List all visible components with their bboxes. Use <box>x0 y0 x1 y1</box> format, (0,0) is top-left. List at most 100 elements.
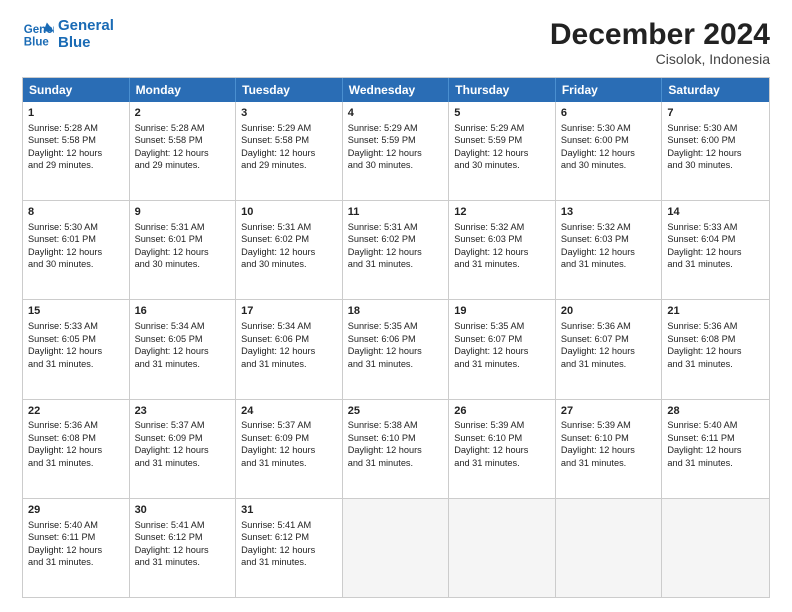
day-info-line: Daylight: 12 hours <box>561 147 657 159</box>
day-info-line: Sunset: 6:03 PM <box>454 233 550 245</box>
day-info-line: and 30 minutes. <box>561 159 657 171</box>
day-info-line: Daylight: 12 hours <box>241 544 337 556</box>
day-info-line: Sunset: 6:05 PM <box>135 333 231 345</box>
calendar-cell: 20Sunrise: 5:36 AMSunset: 6:07 PMDayligh… <box>556 300 663 398</box>
day-number: 23 <box>135 404 231 419</box>
day-info-line: Daylight: 12 hours <box>28 246 124 258</box>
calendar-cell <box>556 499 663 597</box>
day-info-line: Sunset: 6:08 PM <box>28 432 124 444</box>
day-info-line: Daylight: 12 hours <box>561 444 657 456</box>
calendar-cell: 23Sunrise: 5:37 AMSunset: 6:09 PMDayligh… <box>130 400 237 498</box>
day-info-line: Sunrise: 5:31 AM <box>241 221 337 233</box>
day-info-line: Daylight: 12 hours <box>135 444 231 456</box>
calendar-header-cell: Friday <box>556 78 663 102</box>
calendar-row: 1Sunrise: 5:28 AMSunset: 5:58 PMDaylight… <box>23 102 769 201</box>
day-info-line: and 31 minutes. <box>28 457 124 469</box>
calendar-header-cell: Thursday <box>449 78 556 102</box>
day-info-line: Sunset: 6:06 PM <box>348 333 444 345</box>
day-info-line: and 30 minutes. <box>241 258 337 270</box>
day-info-line: and 31 minutes. <box>561 358 657 370</box>
calendar-cell: 1Sunrise: 5:28 AMSunset: 5:58 PMDaylight… <box>23 102 130 200</box>
day-info-line: Daylight: 12 hours <box>28 147 124 159</box>
header: General Blue General Blue December 2024 … <box>22 18 770 67</box>
calendar-header-row: SundayMondayTuesdayWednesdayThursdayFrid… <box>23 78 769 102</box>
day-info-line: Daylight: 12 hours <box>348 444 444 456</box>
day-info-line: Daylight: 12 hours <box>241 444 337 456</box>
day-info-line: Sunrise: 5:32 AM <box>561 221 657 233</box>
calendar-header-cell: Tuesday <box>236 78 343 102</box>
day-info-line: Daylight: 12 hours <box>667 345 764 357</box>
day-info-line: Sunrise: 5:36 AM <box>28 419 124 431</box>
day-number: 22 <box>28 404 124 419</box>
calendar-cell: 3Sunrise: 5:29 AMSunset: 5:58 PMDaylight… <box>236 102 343 200</box>
day-number: 10 <box>241 205 337 220</box>
day-info-line: Daylight: 12 hours <box>135 246 231 258</box>
day-info-line: Sunrise: 5:39 AM <box>454 419 550 431</box>
day-info-line: Daylight: 12 hours <box>28 345 124 357</box>
day-info-line: Sunrise: 5:29 AM <box>454 122 550 134</box>
page: General Blue General Blue December 2024 … <box>0 0 792 612</box>
day-info-line: and 31 minutes. <box>454 457 550 469</box>
calendar-body: 1Sunrise: 5:28 AMSunset: 5:58 PMDaylight… <box>23 102 769 597</box>
day-number: 7 <box>667 106 764 121</box>
day-info-line: Daylight: 12 hours <box>135 147 231 159</box>
day-info-line: and 31 minutes. <box>561 258 657 270</box>
day-info-line: Sunset: 6:10 PM <box>454 432 550 444</box>
day-info-line: Sunset: 6:08 PM <box>667 333 764 345</box>
day-info-line: Sunrise: 5:32 AM <box>454 221 550 233</box>
day-number: 3 <box>241 106 337 121</box>
calendar-cell: 19Sunrise: 5:35 AMSunset: 6:07 PMDayligh… <box>449 300 556 398</box>
day-info-line: Daylight: 12 hours <box>561 345 657 357</box>
title-block: December 2024 Cisolok, Indonesia <box>550 18 770 67</box>
day-info-line: Daylight: 12 hours <box>241 147 337 159</box>
day-number: 31 <box>241 503 337 518</box>
day-number: 17 <box>241 304 337 319</box>
day-info-line: and 30 minutes. <box>454 159 550 171</box>
calendar-cell: 29Sunrise: 5:40 AMSunset: 6:11 PMDayligh… <box>23 499 130 597</box>
calendar-row: 8Sunrise: 5:30 AMSunset: 6:01 PMDaylight… <box>23 201 769 300</box>
calendar-cell: 5Sunrise: 5:29 AMSunset: 5:59 PMDaylight… <box>449 102 556 200</box>
calendar-cell: 16Sunrise: 5:34 AMSunset: 6:05 PMDayligh… <box>130 300 237 398</box>
day-info-line: Sunrise: 5:33 AM <box>667 221 764 233</box>
day-info-line: and 31 minutes. <box>454 358 550 370</box>
page-subtitle: Cisolok, Indonesia <box>550 51 770 67</box>
day-info-line: Daylight: 12 hours <box>454 345 550 357</box>
day-number: 21 <box>667 304 764 319</box>
day-info-line: Sunrise: 5:31 AM <box>135 221 231 233</box>
day-info-line: and 31 minutes. <box>28 358 124 370</box>
day-info-line: Sunset: 6:02 PM <box>241 233 337 245</box>
day-info-line: Daylight: 12 hours <box>667 147 764 159</box>
day-info-line: Sunrise: 5:39 AM <box>561 419 657 431</box>
day-info-line: Sunrise: 5:37 AM <box>135 419 231 431</box>
day-info-line: and 31 minutes. <box>667 358 764 370</box>
day-info-line: and 31 minutes. <box>241 556 337 568</box>
day-info-line: Sunset: 6:10 PM <box>561 432 657 444</box>
day-info-line: and 29 minutes. <box>241 159 337 171</box>
day-info-line: Daylight: 12 hours <box>667 444 764 456</box>
day-info-line: Sunrise: 5:36 AM <box>667 320 764 332</box>
calendar-header-cell: Monday <box>130 78 237 102</box>
day-info-line: and 31 minutes. <box>454 258 550 270</box>
day-info-line: Sunrise: 5:34 AM <box>135 320 231 332</box>
day-info-line: Sunrise: 5:35 AM <box>454 320 550 332</box>
calendar-cell: 8Sunrise: 5:30 AMSunset: 6:01 PMDaylight… <box>23 201 130 299</box>
calendar-cell <box>662 499 769 597</box>
day-number: 5 <box>454 106 550 121</box>
calendar-header-cell: Wednesday <box>343 78 450 102</box>
day-info-line: Sunset: 5:59 PM <box>454 134 550 146</box>
day-info-line: Sunrise: 5:28 AM <box>28 122 124 134</box>
day-info-line: Daylight: 12 hours <box>28 444 124 456</box>
day-info-line: Sunset: 5:59 PM <box>348 134 444 146</box>
day-number: 30 <box>135 503 231 518</box>
day-info-line: Sunrise: 5:35 AM <box>348 320 444 332</box>
day-info-line: Daylight: 12 hours <box>241 246 337 258</box>
calendar-cell: 2Sunrise: 5:28 AMSunset: 5:58 PMDaylight… <box>130 102 237 200</box>
day-number: 4 <box>348 106 444 121</box>
day-info-line: Sunset: 6:03 PM <box>561 233 657 245</box>
day-number: 19 <box>454 304 550 319</box>
calendar-header-cell: Saturday <box>662 78 769 102</box>
day-info-line: Daylight: 12 hours <box>348 147 444 159</box>
day-info-line: and 31 minutes. <box>135 556 231 568</box>
page-title: December 2024 <box>550 18 770 51</box>
day-number: 15 <box>28 304 124 319</box>
